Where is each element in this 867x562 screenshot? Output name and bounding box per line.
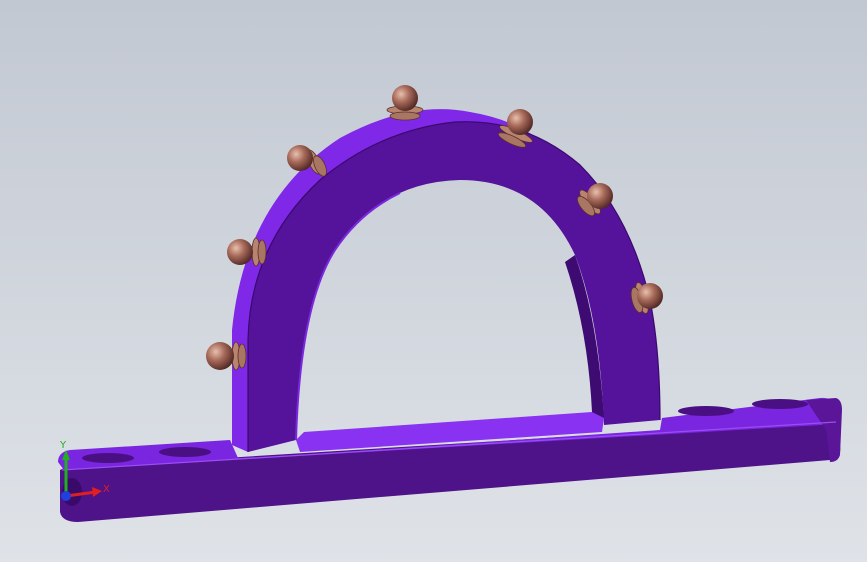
3d-viewport[interactable]: Y X: [0, 0, 867, 562]
model-canvas[interactable]: Y X: [0, 0, 867, 562]
washer: [237, 343, 247, 369]
bolt-head: [587, 183, 613, 209]
bolt-head: [392, 85, 418, 111]
bolt-head: [206, 342, 234, 370]
x-axis-label: X: [103, 484, 110, 495]
y-axis-label: Y: [59, 440, 67, 451]
washer: [257, 239, 267, 265]
base-slot-left-2: [159, 447, 211, 457]
fastener-2[interactable]: [227, 237, 267, 267]
z-axis-dot: [61, 491, 71, 501]
bolt-head: [507, 109, 533, 135]
bolt-head: [227, 239, 253, 265]
bolt-head: [287, 145, 313, 171]
bolt-head: [637, 283, 663, 309]
fastener-1[interactable]: [206, 341, 247, 371]
washer: [389, 111, 421, 121]
base-slot-right-1: [678, 406, 734, 416]
base-slot-right-2: [752, 399, 808, 409]
base-slot-left-1: [82, 453, 134, 463]
bolt-head: [295, 147, 297, 149]
